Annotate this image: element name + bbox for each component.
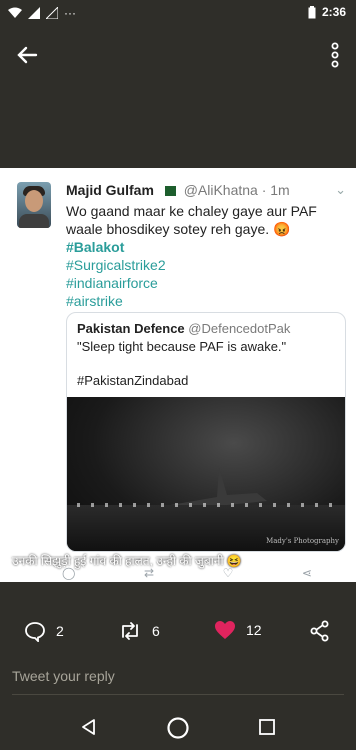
tweet-author-name: Majid Gulfam [66,182,154,198]
quoted-tweet-hashtag[interactable]: #PakistanZindabad [77,373,188,388]
retweet-icon: ⇄ [143,566,155,580]
more-vertical-icon [331,42,339,68]
heart-icon: ♡ [222,566,234,580]
reply-input[interactable]: Tweet your reply [12,668,344,695]
quoted-tweet-header: Pakistan Defence @DefencedotPak [77,321,290,336]
like-count: 12 [246,622,262,638]
tweet-header: Majid Gulfam @AliKhatna · 1m [66,182,290,198]
avatar-face [25,190,43,212]
quoted-author-name: Pakistan Defence [77,321,185,336]
status-time: 2:36 [321,5,346,19]
status-bar: ··· 2:36 [0,0,356,28]
wifi-icon [8,7,22,18]
retweet-icon [122,622,138,640]
runway-lights [77,503,337,507]
status-left: ··· [8,6,76,20]
signal-icon [28,7,40,19]
status-right: 2:36 [308,5,346,19]
comment-icon: ◯ [62,566,76,580]
reply-button[interactable]: 2 [24,620,64,642]
tweet-author-handle: @AliKhatna · 1m [183,182,290,198]
quoted-author-handle: @DefencedotPak [188,321,291,336]
signal-empty-icon [46,7,58,19]
tweet-card[interactable]: Majid Gulfam @AliKhatna · 1m ⌄ Wo gaand … [0,168,356,582]
share-button[interactable] [310,620,330,642]
back-button[interactable] [12,40,42,70]
system-nav-bar [0,706,356,750]
embedded-actions: ◯ ⇄ ♡ ⋖ [62,566,312,580]
share-icon: ⋖ [301,566,312,580]
tweet-text: Wo gaand maar ke chaley gaye aur PAF waa… [66,203,317,237]
photo-watermark: Mady's Photography [266,537,339,545]
arrow-left-icon [17,46,38,64]
heart-filled-icon [215,621,235,639]
more-notifications-icon: ··· [64,6,76,20]
hashtag-link[interactable]: #Balakot [66,238,166,256]
avatar[interactable] [17,182,51,228]
nav-home-icon[interactable] [166,716,190,740]
nav-recents-icon[interactable] [258,718,276,736]
pakistan-flag-icon [161,186,176,197]
reply-count: 2 [56,623,64,639]
battery-icon [308,5,316,18]
avatar-shirt [19,214,49,228]
hashtag-link[interactable]: #airstrike [66,292,166,310]
retweet-count: 6 [152,623,160,639]
more-options-button[interactable] [328,42,342,68]
share-icon [310,620,329,642]
quoted-tweet[interactable]: Pakistan Defence @DefencedotPak "Sleep t… [66,312,346,552]
nav-back-icon[interactable] [80,718,98,736]
retweet-button[interactable]: 6 [118,620,160,642]
chevron-down-icon[interactable]: ⌄ [335,182,346,198]
action-bar: 2 6 12 [0,612,356,652]
hashtag-list: #Balakot #Surgicalstrike2 #indianairforc… [66,238,166,310]
like-button[interactable]: 12 [214,620,262,640]
comment-icon [25,622,45,642]
hashtag-link[interactable]: #indianairforce [66,274,166,292]
quoted-tweet-photo[interactable]: Mady's Photography [67,397,345,551]
app-bar [0,28,356,80]
hashtag-link[interactable]: #Surgicalstrike2 [66,256,166,274]
quoted-tweet-text: "Sleep tight because PAF is awake." [77,339,287,354]
